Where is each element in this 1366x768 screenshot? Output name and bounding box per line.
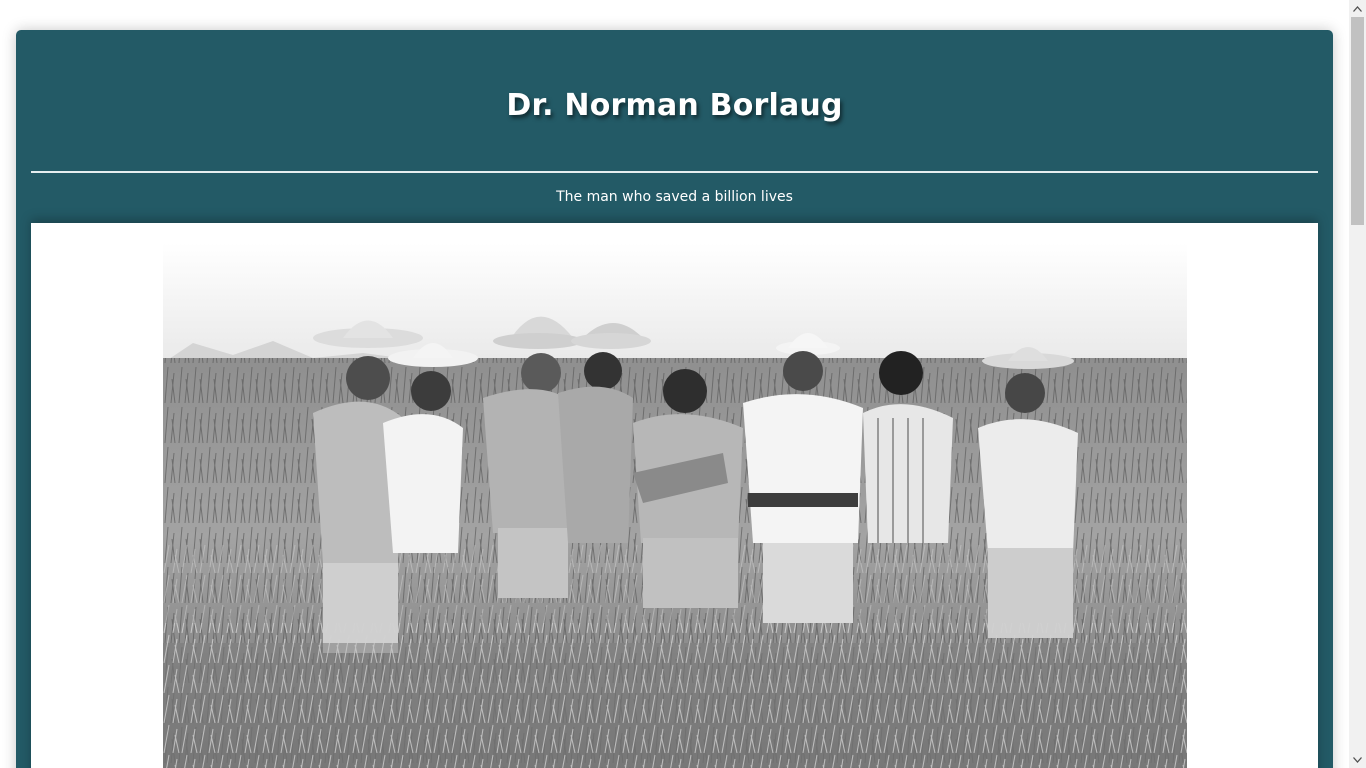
page-title: Dr. Norman Borlaug xyxy=(506,88,843,123)
arrow-down-icon[interactable] xyxy=(1349,751,1366,768)
title-divider xyxy=(31,171,1318,173)
tribute-card: Dr. Norman Borlaug The man who saved a b… xyxy=(16,30,1333,768)
page-viewport: Dr. Norman Borlaug The man who saved a b… xyxy=(0,0,1349,768)
vertical-scrollbar[interactable] xyxy=(1349,0,1366,768)
tagline: The man who saved a billion lives xyxy=(556,189,793,205)
borlaug-photo xyxy=(163,243,1187,768)
scroll-thumb[interactable] xyxy=(1351,17,1364,225)
image-container xyxy=(31,223,1318,768)
arrow-up-icon[interactable] xyxy=(1349,0,1366,17)
